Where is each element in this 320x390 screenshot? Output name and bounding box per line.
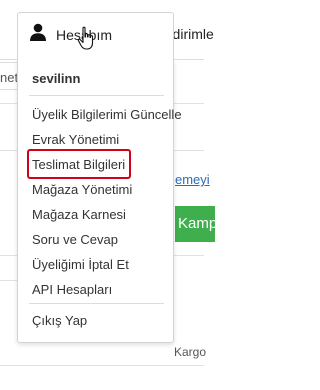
menu-item-store-report-card[interactable]: Mağaza Karnesi [32,207,126,222]
dropdown-username: sevilinn [32,71,81,86]
menu-item-questions-answers[interactable]: Soru ve Cevap [32,232,118,247]
menu-divider [29,303,164,304]
menu-item-api-accounts[interactable]: API Hesapları [32,282,112,297]
background-link[interactable]: emeyi [175,172,210,187]
highlight-box [27,149,131,179]
user-icon [30,23,46,41]
campaign-button[interactable]: Kamp [175,206,215,242]
menu-item-logout[interactable]: Çıkış Yap [32,313,87,328]
cursor-hand-icon [77,26,94,50]
menu-item-cancel-membership[interactable]: Üyeliğimi İptal Et [32,257,129,272]
menu-item-update-membership[interactable]: Üyelik Bilgilerimi Güncelle [32,107,182,122]
cargo-label: Kargo [174,345,207,359]
background-divider [0,365,204,366]
menu-divider [29,95,164,96]
menu-item-document-management[interactable]: Evrak Yönetimi [32,132,119,147]
account-dropdown-menu: sevilinn Üyelik Bilgilerimi Güncelle Evr… [17,60,182,343]
account-menu-tab[interactable]: Hesabım [17,12,174,61]
menu-item-store-management[interactable]: Mağaza Yönetimi [32,182,132,197]
